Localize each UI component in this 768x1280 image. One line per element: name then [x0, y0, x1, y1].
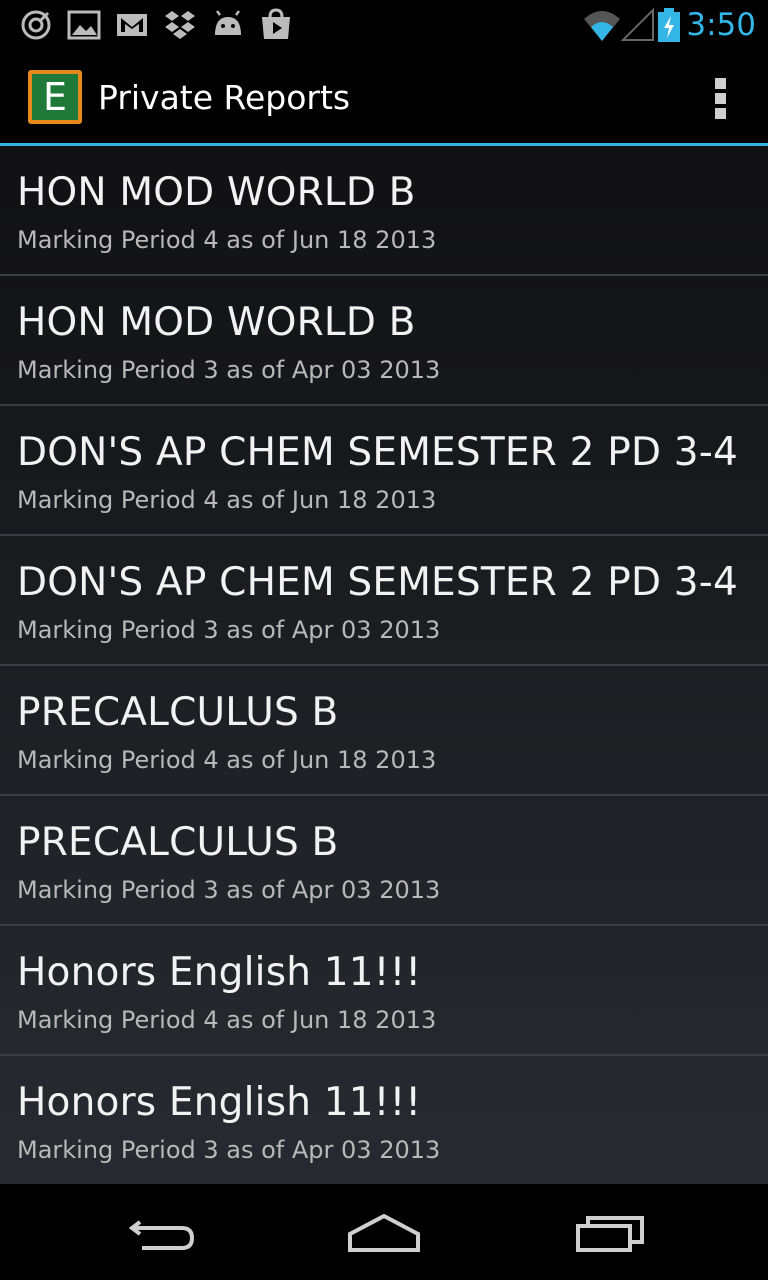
report-title: Honors English 11!!! — [17, 1080, 422, 1125]
report-title: HON MOD WORLD B — [17, 170, 416, 215]
battery-charging-icon — [658, 8, 680, 42]
recent-apps-button[interactable] — [562, 1204, 658, 1260]
gallery-icon — [67, 10, 101, 40]
android-icon — [215, 10, 241, 35]
dropbox-icon — [165, 11, 195, 39]
overflow-menu-icon-dot — [715, 108, 726, 119]
navigation-bar — [0, 1184, 768, 1280]
list-item[interactable]: DON'S AP CHEM SEMESTER 2 PD 3-4 Marking … — [0, 406, 768, 536]
report-title: Honors English 11!!! — [17, 950, 422, 995]
sync-icon — [21, 10, 51, 40]
screen: 3:50 E Private Reports HON MOD WORLD B M… — [0, 0, 768, 1280]
report-subtitle: Marking Period 3 as of Apr 03 2013 — [17, 616, 441, 644]
report-subtitle: Marking Period 4 as of Jun 18 2013 — [17, 486, 437, 514]
page-title: Private Reports — [98, 78, 351, 117]
overflow-menu-button[interactable] — [708, 76, 732, 120]
home-button[interactable] — [336, 1204, 432, 1260]
report-subtitle: Marking Period 3 as of Apr 03 2013 — [17, 876, 441, 904]
status-bar: 3:50 — [0, 0, 768, 50]
signal-icon — [620, 7, 654, 41]
clock: 3:50 — [686, 7, 756, 43]
list-item[interactable]: HON MOD WORLD B Marking Period 4 as of J… — [0, 146, 768, 276]
action-bar: E Private Reports — [0, 50, 768, 144]
report-title: PRECALCULUS B — [17, 690, 339, 735]
reports-list: HON MOD WORLD B Marking Period 4 as of J… — [0, 146, 768, 1184]
home-icon — [348, 1213, 420, 1252]
list-item[interactable]: PRECALCULUS B Marking Period 3 as of Apr… — [0, 796, 768, 926]
list-item[interactable]: Honors English 11!!! Marking Period 4 as… — [0, 926, 768, 1056]
app-logo-letter: E — [32, 74, 78, 120]
report-subtitle: Marking Period 3 as of Apr 03 2013 — [17, 356, 441, 384]
report-title: HON MOD WORLD B — [17, 300, 416, 345]
report-subtitle: Marking Period 4 as of Jun 18 2013 — [17, 1006, 437, 1034]
report-subtitle: Marking Period 4 as of Jun 18 2013 — [17, 226, 437, 254]
app-logo[interactable]: E — [28, 70, 82, 124]
back-icon — [128, 1220, 195, 1250]
list-item[interactable]: Honors English 11!!! Marking Period 3 as… — [0, 1056, 768, 1184]
list-item[interactable]: HON MOD WORLD B Marking Period 3 as of A… — [0, 276, 768, 406]
report-title: DON'S AP CHEM SEMESTER 2 PD 3-4 — [17, 560, 739, 605]
list-item[interactable]: DON'S AP CHEM SEMESTER 2 PD 3-4 Marking … — [0, 536, 768, 666]
report-title: DON'S AP CHEM SEMESTER 2 PD 3-4 — [17, 430, 739, 475]
recent-apps-icon — [576, 1216, 644, 1252]
overflow-menu-icon — [715, 78, 726, 89]
wifi-icon — [584, 11, 620, 41]
list-item[interactable]: PRECALCULUS B Marking Period 4 as of Jun… — [0, 666, 768, 796]
report-title: PRECALCULUS B — [17, 820, 339, 865]
play-store-icon — [262, 8, 290, 39]
back-button[interactable] — [112, 1204, 208, 1260]
report-subtitle: Marking Period 4 as of Jun 18 2013 — [17, 746, 437, 774]
overflow-menu-icon-dot — [715, 93, 726, 104]
report-subtitle: Marking Period 3 as of Apr 03 2013 — [17, 1136, 441, 1164]
gmail-icon — [117, 14, 147, 36]
